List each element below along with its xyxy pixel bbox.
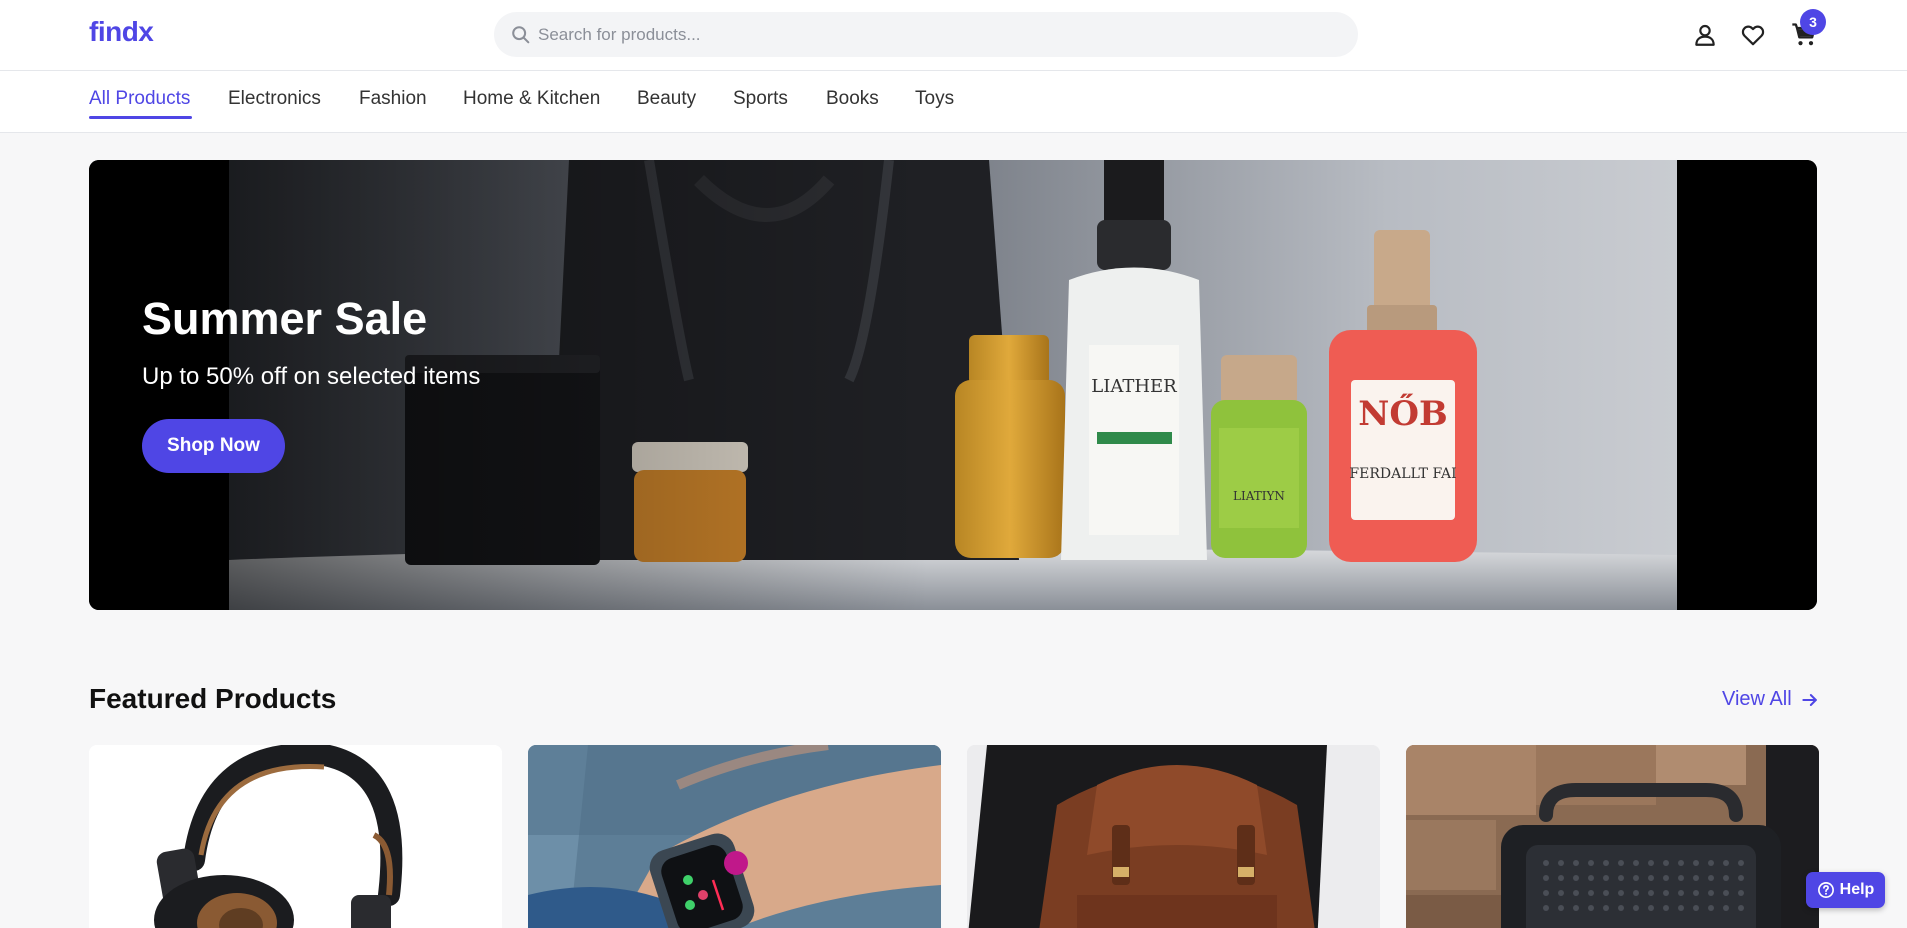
category-all-products[interactable]: All Products bbox=[89, 88, 190, 110]
headphones-product-image bbox=[89, 745, 502, 928]
featured-products-heading: Featured Products bbox=[89, 683, 337, 714]
active-category-underline bbox=[89, 116, 192, 119]
shop-now-button[interactable]: Shop Now bbox=[142, 419, 285, 473]
help-circle-icon bbox=[1817, 882, 1834, 898]
view-all-link[interactable]: View All bbox=[1722, 688, 1820, 711]
product-card[interactable] bbox=[528, 745, 941, 928]
hero-subtitle: Up to 50% off on selected items bbox=[142, 363, 481, 390]
account-button[interactable] bbox=[1690, 20, 1720, 50]
product-card[interactable] bbox=[1406, 745, 1819, 928]
site-logo[interactable]: findx bbox=[89, 16, 154, 48]
hero-bottle-label-1: LIATHER bbox=[1091, 376, 1177, 397]
heart-icon bbox=[1741, 25, 1765, 46]
hero-banner: LIATHER LIATIYN NŐB FERDALLT FAI Summer … bbox=[89, 160, 1817, 610]
arrow-right-icon bbox=[1802, 693, 1817, 706]
speaker-product-image bbox=[1406, 745, 1819, 928]
user-icon bbox=[1695, 24, 1715, 46]
category-books[interactable]: Books bbox=[826, 88, 879, 110]
category-electronics[interactable]: Electronics bbox=[228, 88, 321, 110]
hero-title: Summer Sale bbox=[142, 293, 428, 344]
help-button[interactable]: Help bbox=[1806, 872, 1885, 908]
category-nav: All Products Electronics Fashion Home & … bbox=[0, 71, 1907, 133]
hero-bottle-label-4: FERDALLT FAI bbox=[1349, 466, 1456, 482]
category-sports[interactable]: Sports bbox=[733, 88, 788, 110]
view-all-label: View All bbox=[1722, 688, 1792, 710]
category-beauty[interactable]: Beauty bbox=[637, 88, 696, 110]
search-icon bbox=[512, 26, 530, 44]
search-bar[interactable] bbox=[494, 12, 1358, 57]
top-header: findx 3 bbox=[0, 0, 1907, 71]
hero-bottle-label-2: LIATIYN bbox=[1233, 489, 1285, 503]
wishlist-button[interactable] bbox=[1738, 20, 1768, 50]
help-label: Help bbox=[1839, 881, 1875, 898]
backpack-product-image bbox=[967, 745, 1380, 928]
cart-count-badge: 3 bbox=[1800, 9, 1826, 35]
smartwatch-product-image bbox=[528, 745, 941, 928]
product-card[interactable] bbox=[89, 745, 502, 928]
search-input[interactable] bbox=[538, 12, 1338, 57]
product-card[interactable] bbox=[967, 745, 1380, 928]
category-fashion[interactable]: Fashion bbox=[359, 88, 427, 110]
category-toys[interactable]: Toys bbox=[915, 88, 954, 110]
category-home-kitchen[interactable]: Home & Kitchen bbox=[463, 88, 600, 110]
hero-bottle-label-3: NŐB bbox=[1358, 393, 1447, 434]
